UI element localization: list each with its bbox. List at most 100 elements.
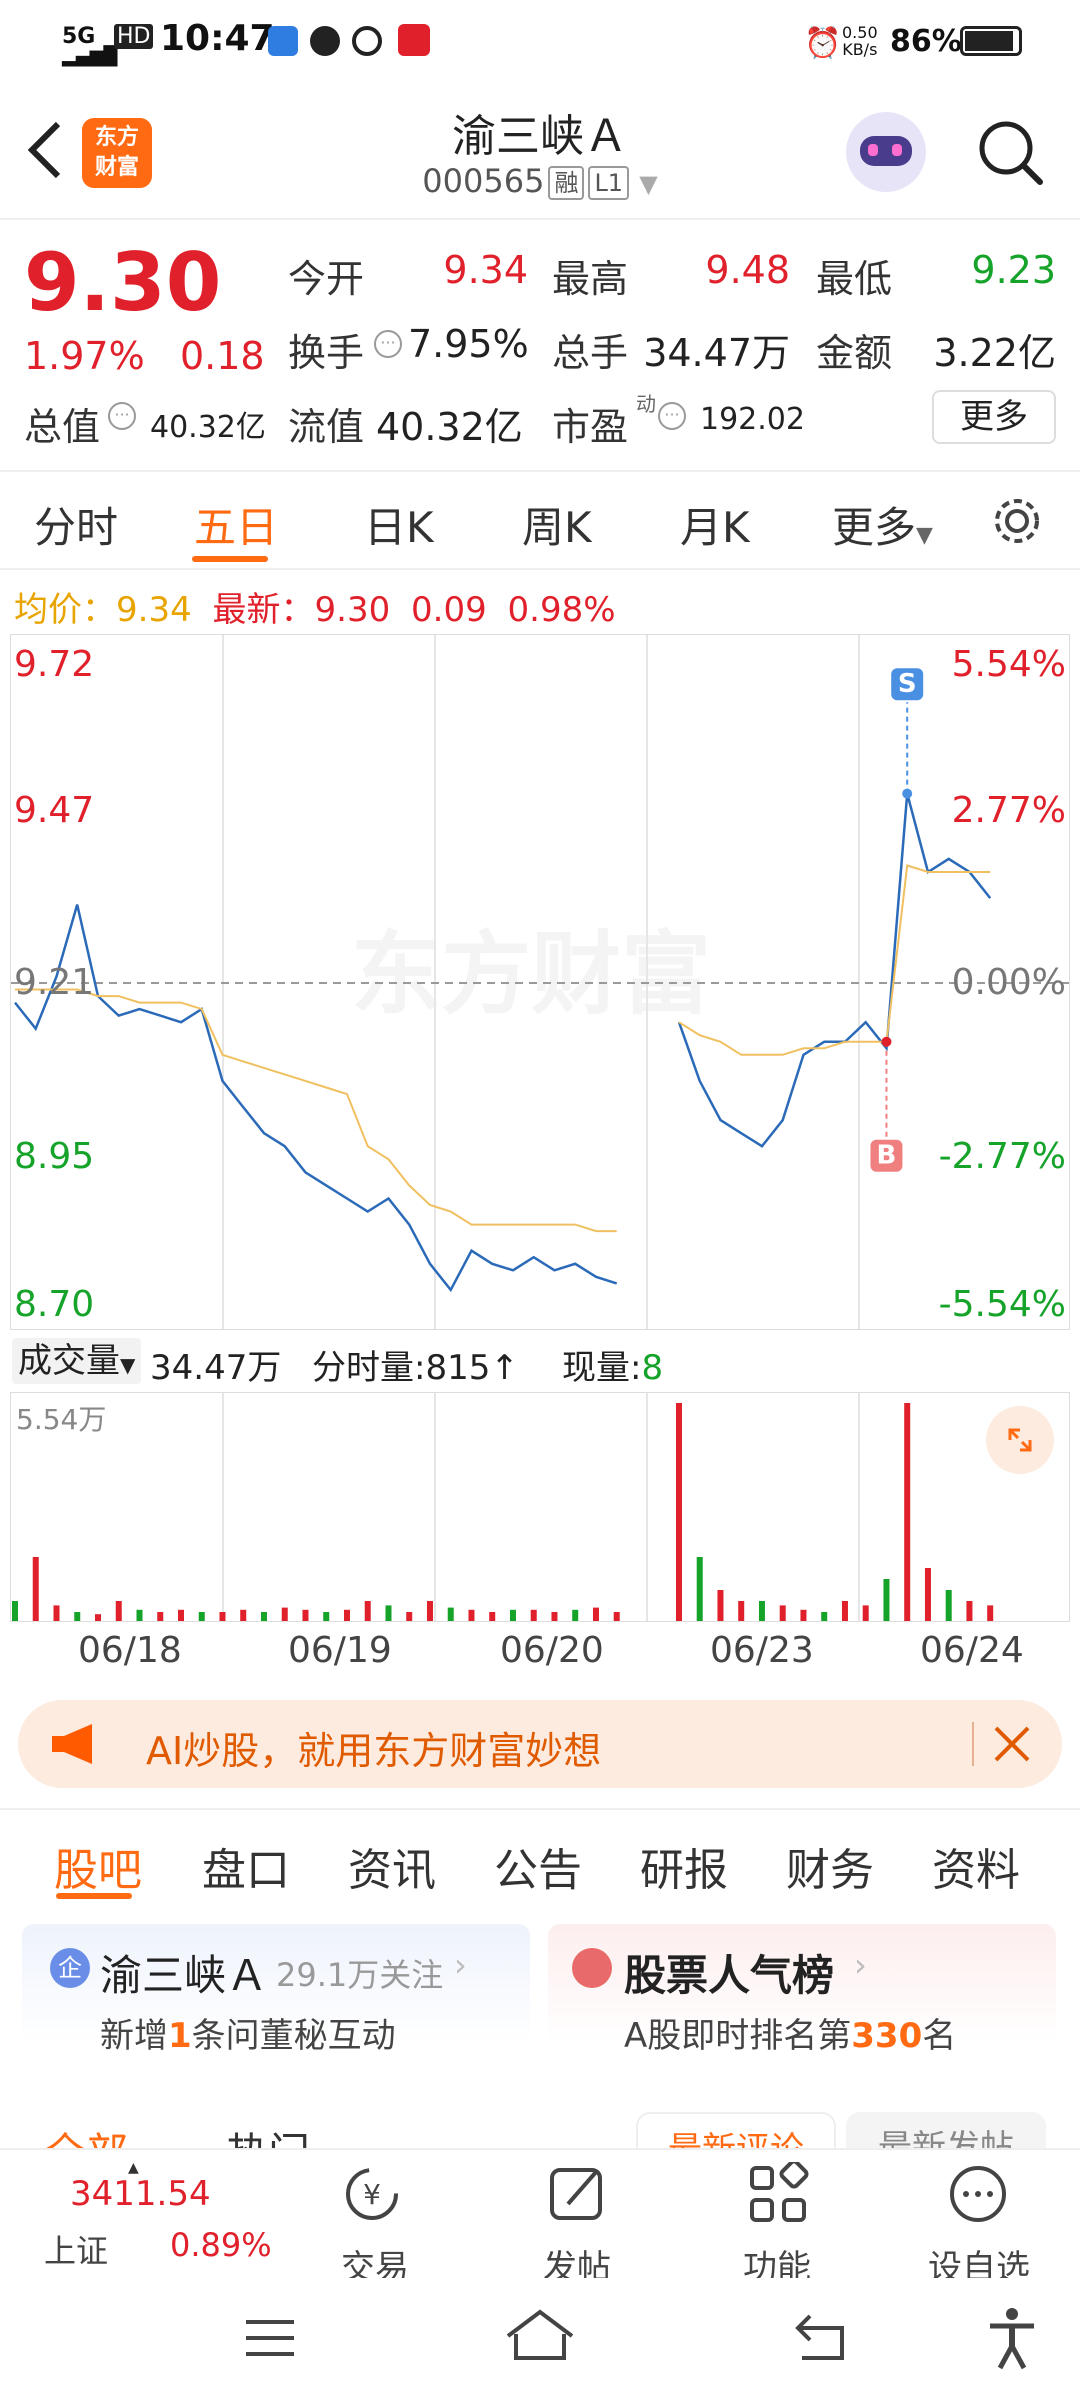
tab-announcement[interactable]: 公告: [494, 1834, 582, 1898]
volume-total: 34.47万: [150, 1348, 282, 1388]
tab-more[interactable]: 更多▼: [832, 494, 933, 555]
volume-bar: [696, 1557, 703, 1621]
mktcap-label: 总值: [24, 405, 101, 449]
y-tick-right: 5.54%: [951, 644, 1066, 685]
five-day-price-chart[interactable]: 东方财富 S B: [10, 634, 1070, 1330]
y-tick-right: 2.77%: [951, 790, 1066, 831]
volume-bar: [302, 1609, 309, 1621]
level-tag: L1: [588, 166, 630, 200]
stock-bar-card[interactable]: 企 渝三峡Ａ 29.1万关注 › 新增1条问董秘互动: [22, 1924, 530, 2056]
chevron-right-icon: ›: [454, 1946, 467, 1984]
x-tick: 06/20: [500, 1630, 604, 1671]
bank-notification-icon: [398, 24, 430, 56]
menu-icon[interactable]: [242, 2316, 298, 2360]
svg-text:¥: ¥: [363, 2178, 381, 2211]
volume-bar: [468, 1609, 475, 1621]
pe-sup: 动: [636, 392, 656, 416]
volume-indicator-select[interactable]: 成交量▼: [12, 1338, 142, 1384]
amount-value: 3.22亿: [933, 331, 1056, 375]
volume-bar: [12, 1601, 18, 1621]
popularity-card[interactable]: 股票人气榜 › A股即时排名第330名: [548, 1924, 1056, 2056]
volume-bar: [572, 1609, 579, 1621]
home-icon[interactable]: [504, 2308, 576, 2364]
tab-finance[interactable]: 财务: [786, 1834, 874, 1898]
high-label: 最高: [552, 257, 629, 301]
subtab-all[interactable]: 全部: [44, 2120, 128, 2148]
volume-bar: [447, 1607, 454, 1621]
info-icon[interactable]: ···: [658, 402, 686, 430]
more-button[interactable]: 更多: [932, 390, 1056, 444]
mktcap-value: 40.32亿: [150, 410, 266, 445]
volume-bar: [592, 1607, 599, 1621]
card-stock-name: 渝三峡Ａ: [100, 1951, 269, 2000]
tab-news[interactable]: 资讯: [348, 1834, 436, 1898]
avg-label: 均价：: [14, 590, 116, 630]
pe-value: 192.02: [700, 402, 805, 437]
up-arrow-icon: ▲: [128, 2160, 139, 2176]
volume-bar: [738, 1601, 745, 1621]
card1-desc: 新增1条问董秘互动: [100, 2016, 396, 2056]
tab-week-k[interactable]: 周K: [522, 494, 592, 555]
dropdown-caret-icon: ▼: [120, 1353, 136, 1377]
volume-bar: [779, 1605, 786, 1621]
dropdown-caret-icon: ▼: [639, 170, 658, 198]
tab-pankou[interactable]: 盘口: [202, 1834, 290, 1898]
tab-five-day[interactable]: 五日: [194, 494, 278, 555]
back-nav-icon[interactable]: [794, 2312, 850, 2362]
volume-chart[interactable]: [10, 1392, 1070, 1622]
latest-change: 0.09: [411, 590, 487, 630]
expand-icon[interactable]: [986, 1406, 1054, 1474]
tab-day-k[interactable]: 日K: [364, 494, 434, 555]
tab-research[interactable]: 研报: [640, 1834, 728, 1898]
function-icon: [750, 2162, 809, 2222]
close-icon[interactable]: [990, 1722, 1034, 1766]
ai-banner[interactable]: AI炒股，就用东方财富妙想: [18, 1700, 1062, 1788]
volume-bar: [115, 1601, 122, 1621]
tab-guba[interactable]: 股吧: [54, 1834, 142, 1898]
clock: 10:47: [160, 18, 275, 59]
latest-label: 最新：: [212, 590, 315, 630]
tab-underline: [192, 556, 268, 562]
volume-bar: [800, 1609, 807, 1621]
ranking-icon: [572, 1948, 612, 1988]
volume-bar: [924, 1568, 931, 1621]
accessibility-icon[interactable]: [986, 2306, 1038, 2370]
tab-month-k[interactable]: 月K: [680, 494, 750, 555]
volume-bar: [281, 1607, 288, 1621]
sell-marker-dot: [902, 788, 913, 799]
info-icon[interactable]: ···: [108, 402, 136, 430]
low-label: 最低: [816, 257, 893, 301]
subtab-hot[interactable]: 热门: [226, 2120, 310, 2148]
tab2-underline: [56, 1893, 132, 1899]
robot-assistant-icon[interactable]: [846, 112, 926, 192]
subtab-latest-comment[interactable]: 最新评论: [636, 2112, 836, 2148]
subtab-latest-post[interactable]: 最新发帖: [846, 2112, 1046, 2148]
index-value[interactable]: 3411.54: [70, 2174, 211, 2214]
change-amount: 0.18: [180, 334, 265, 378]
volume-bar: [74, 1612, 81, 1621]
turnover-value: 7.95%: [408, 322, 529, 366]
megaphone-icon: [52, 1724, 92, 1764]
y-tick-right: 0.00%: [951, 962, 1066, 1003]
alarm-icon: ⏰: [804, 26, 842, 61]
banner-text: AI炒股，就用东方财富妙想: [146, 1729, 602, 1773]
chart-legend: 均价：9.34 最新：9.30 0.09 0.98%: [14, 582, 616, 631]
pe-label: 市盈: [552, 405, 629, 449]
tab-profile[interactable]: 资料: [932, 1834, 1020, 1898]
settings-icon[interactable]: [990, 494, 1044, 548]
tab-fenshi[interactable]: 分时: [34, 494, 118, 555]
info-icon[interactable]: ···: [374, 330, 402, 358]
card2-title: 股票人气榜: [624, 1951, 835, 2000]
watermark: 东方财富: [351, 922, 711, 1027]
system-nav-bar: [0, 2278, 1080, 2408]
volume-bar: [94, 1614, 101, 1621]
volume-bar: [364, 1601, 371, 1621]
volume-bar: [426, 1601, 433, 1621]
search-icon[interactable]: [976, 118, 1046, 188]
volume-bar: [530, 1609, 537, 1621]
volume-bar: [841, 1601, 848, 1621]
battery-percent: 86%: [890, 24, 962, 59]
signal-icon: ▂▄▆█: [62, 46, 118, 67]
avg-value: 9.34: [116, 590, 192, 630]
current-volume: 现量:8: [562, 1348, 664, 1388]
